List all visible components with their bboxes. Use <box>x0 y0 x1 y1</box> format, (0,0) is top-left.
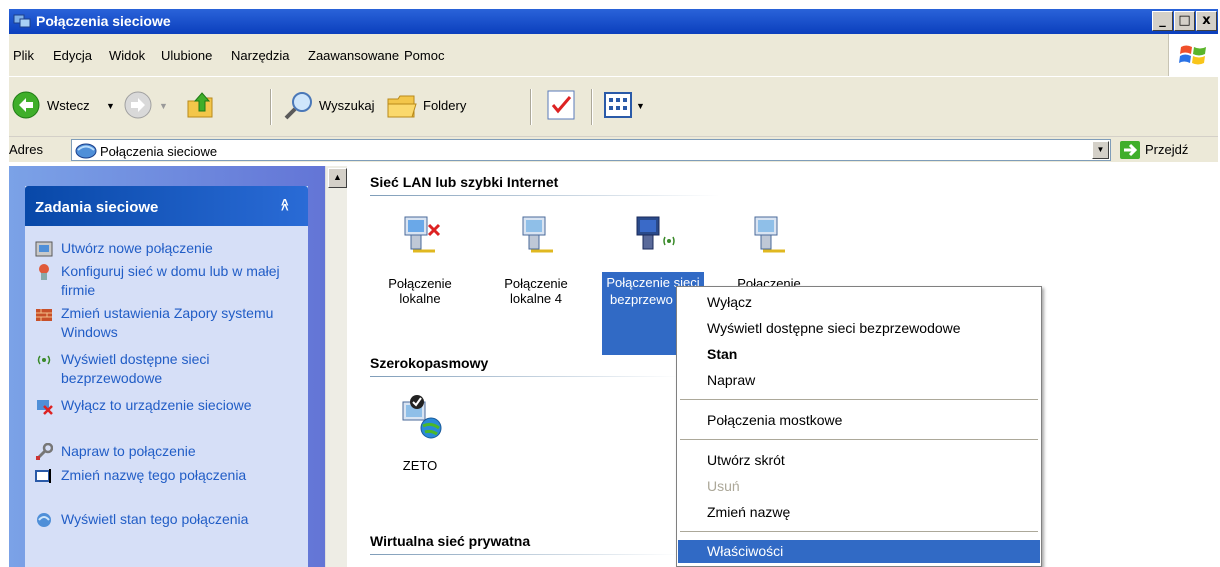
lan-disconnected-icon <box>404 216 441 253</box>
folder-up-icon[interactable] <box>184 87 220 123</box>
network-connections-icon <box>13 14 31 28</box>
task-label[interactable]: Utwórz nowe połączenie <box>61 239 296 258</box>
maximize-icon: □ <box>1178 13 1191 28</box>
close-button[interactable]: x <box>1196 11 1217 31</box>
group-title-lan: Sieć LAN lub szybki Internet <box>370 174 559 190</box>
ctx-delete: Usuń <box>707 478 740 494</box>
address-field[interactable]: Połączenia sieciowe ▼ <box>71 139 1111 161</box>
group-divider <box>370 376 680 377</box>
connection-label-local-4[interactable]: Połączenie lokalne 4 <box>486 276 586 306</box>
search-icon[interactable] <box>282 89 316 123</box>
ctx-separator <box>680 531 1038 533</box>
group-title-vpn: Wirtualna sieć prywatna <box>370 533 531 549</box>
menu-advanced[interactable]: Zaawansowane <box>308 48 399 63</box>
network-connections-icon <box>75 143 97 159</box>
network-tasks-list: Utwórz nowe połączenie Konfiguruj sieć w… <box>25 226 308 567</box>
lan-connection-icon <box>522 216 553 253</box>
address-value[interactable]: Połączenia sieciowe <box>100 144 217 159</box>
home-network-icon <box>39 264 49 280</box>
address-dropdown-icon[interactable]: ▼ <box>1092 141 1109 159</box>
wrench-icon <box>36 443 53 460</box>
rename-icon <box>35 469 51 483</box>
task-label[interactable]: Zmień nazwę tego połączenia <box>61 466 296 485</box>
windows-flag-icon <box>1179 45 1206 65</box>
task-pane: Zadania sieciowe ˄ ˄ Utwórz nowe połączen… <box>9 166 325 567</box>
menu-tools[interactable]: Narzędzia <box>231 48 290 63</box>
vertical-scrollbar[interactable]: ▲ <box>325 166 347 567</box>
group-divider <box>370 195 720 196</box>
ctx-bridge[interactable]: Połączenia mostkowe <box>678 409 1040 432</box>
menu-bar: Plik Edycja Widok Ulubione Narzędzia Zaa… <box>9 34 1218 76</box>
menu-edit[interactable]: Edycja <box>53 48 92 63</box>
forward-arrow-icon[interactable] <box>124 91 152 119</box>
menu-file[interactable]: Plik <box>13 48 34 63</box>
back-button-label[interactable]: Wstecz <box>47 98 90 113</box>
ctx-disable[interactable]: Wyłącz <box>678 291 1040 314</box>
task-label[interactable]: Wyłącz to urządzenie sieciowe <box>61 396 296 415</box>
menu-help[interactable]: Pomoc <box>404 48 444 63</box>
ctx-properties[interactable]: Właściwości <box>678 540 1040 563</box>
status-icon <box>37 513 51 527</box>
search-button-label[interactable]: Wyszukaj <box>319 98 375 113</box>
collapse-chevron-icon[interactable]: ˄ ˄ <box>281 195 298 215</box>
menu-view[interactable]: Widok <box>109 48 145 63</box>
window-buttons: _ □ x <box>1150 11 1218 31</box>
close-icon: x <box>1202 13 1211 28</box>
minimize-icon: _ <box>1159 13 1166 28</box>
go-button[interactable]: Przejdź <box>1119 139 1218 161</box>
address-label: Adres <box>9 142 43 157</box>
firewall-icon <box>36 309 52 321</box>
new-connection-icon <box>35 241 53 257</box>
wireless-connection-icon <box>636 216 675 250</box>
ctx-separator <box>680 439 1038 441</box>
toolbar: Wstecz ▼ ▼ Wyszukaj Foldery ▼ <box>9 76 1218 136</box>
context-menu: Wyłącz Wyświetl dostępne sieci bezprzewo… <box>676 286 1042 567</box>
minimize-button[interactable]: _ <box>1152 11 1173 31</box>
task-label[interactable]: Wyświetl stan tego połączenia <box>61 510 296 529</box>
disable-device-icon <box>37 400 53 415</box>
toolbar-separator-3 <box>591 89 593 125</box>
go-button-label[interactable]: Przejdź <box>1145 142 1188 157</box>
forward-dropdown-icon[interactable]: ▼ <box>159 101 168 111</box>
task-label[interactable]: Napraw to połączenie <box>61 442 296 461</box>
views-dropdown-icon[interactable]: ▼ <box>636 101 645 111</box>
toolbar-separator <box>270 89 272 125</box>
group-title-broadband: Szerokopasmowy <box>370 355 489 371</box>
network-tasks-title: Zadania sieciowe <box>35 199 159 216</box>
views-icon[interactable] <box>603 91 633 119</box>
scroll-up-icon[interactable]: ▲ <box>328 168 347 188</box>
broadband-connection-icon <box>402 395 442 439</box>
wireless-icon <box>37 355 51 365</box>
task-label[interactable]: Zmień ustawienia Zapory systemu Windows <box>61 304 296 342</box>
task-label[interactable]: Konfiguruj sieć w domu lub w małej firmi… <box>61 262 296 300</box>
task-label[interactable]: Wyświetl dostępne sieci bezprzewodowe <box>61 350 296 388</box>
ctx-repair[interactable]: Napraw <box>678 369 1040 392</box>
folders-button-label[interactable]: Foldery <box>423 98 466 113</box>
back-dropdown-icon[interactable]: ▼ <box>106 101 115 111</box>
connection-label-zeto[interactable]: ZETO <box>370 458 470 473</box>
folders-icon[interactable] <box>386 91 420 121</box>
connection-label-local[interactable]: Połączenie lokalne <box>370 276 470 306</box>
toolbar-separator-2 <box>530 89 532 125</box>
address-bar: Adres Połączenia sieciowe ▼ Przejdź <box>9 136 1218 162</box>
title-bar: Połączenia sieciowe _ □ x <box>9 9 1218 34</box>
group-divider <box>370 554 680 555</box>
network-tasks-header[interactable]: Zadania sieciowe ˄ ˄ <box>25 186 308 226</box>
back-arrow-icon[interactable] <box>12 91 40 119</box>
go-arrow-icon <box>1120 141 1140 159</box>
windows-logo <box>1168 34 1218 76</box>
ctx-separator <box>680 399 1038 401</box>
checklist-icon[interactable] <box>546 89 576 121</box>
ctx-rename[interactable]: Zmień nazwę <box>678 501 1040 524</box>
lan-connection-icon <box>754 216 785 253</box>
network-tasks-panel: Zadania sieciowe ˄ ˄ Utwórz nowe połączen… <box>25 186 308 567</box>
window-title: Połączenia sieciowe <box>36 13 171 29</box>
maximize-button[interactable]: □ <box>1174 11 1195 31</box>
ctx-status[interactable]: Stan <box>678 343 1040 366</box>
ctx-create-shortcut[interactable]: Utwórz skrót <box>678 449 1040 472</box>
ctx-view-wireless[interactable]: Wyświetl dostępne sieci bezprzewodowe <box>678 317 1040 340</box>
menu-favorites[interactable]: Ulubione <box>161 48 212 63</box>
